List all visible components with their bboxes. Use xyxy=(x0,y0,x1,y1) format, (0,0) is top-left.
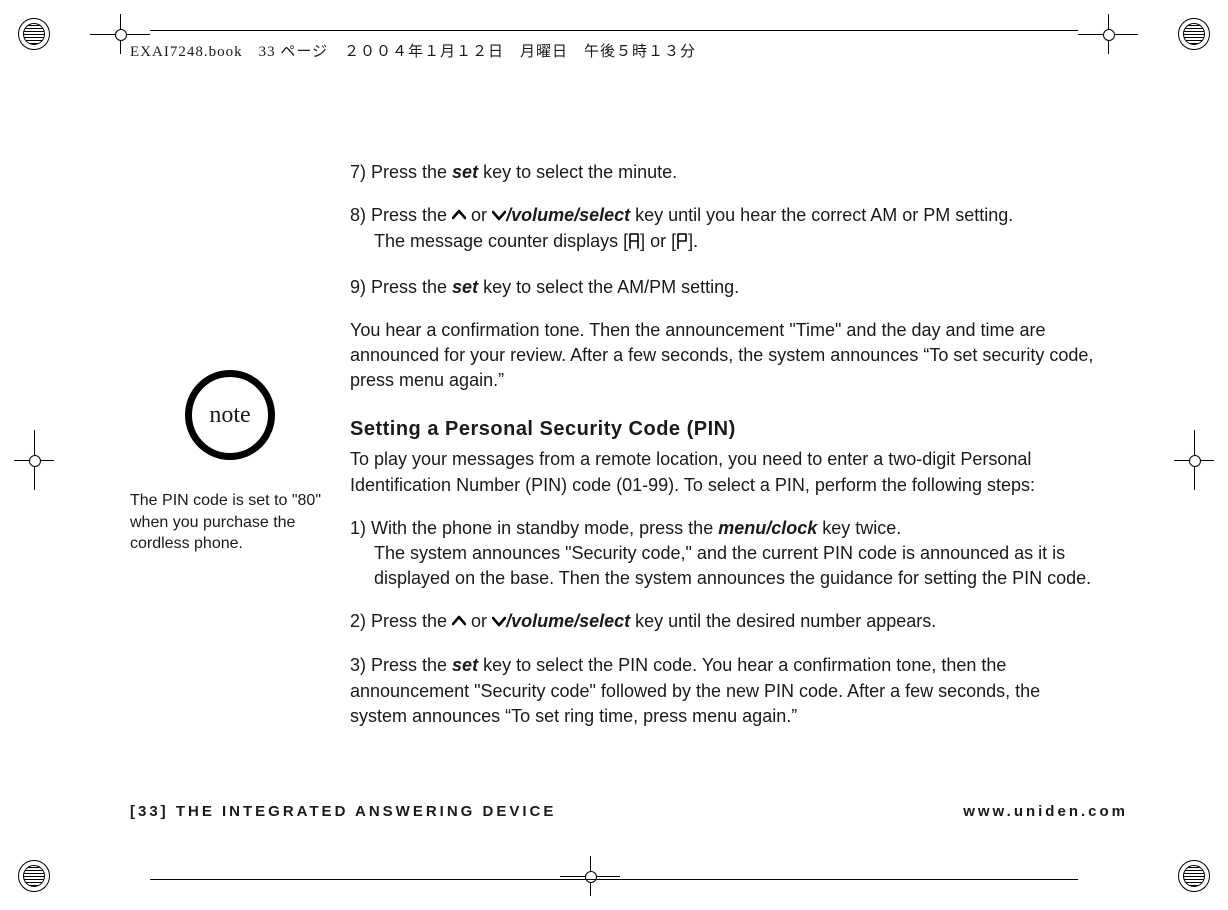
section-heading-pin: Setting a Personal Security Code (PIN) xyxy=(350,415,1100,443)
margin-note: note The PIN code is set to "80" when yo… xyxy=(130,370,330,555)
menu-clock-label: menu/clock xyxy=(718,518,817,538)
crop-line xyxy=(150,30,1078,31)
step-9: 9) Press the set key to select the AM/PM… xyxy=(350,275,1100,300)
segment-p-icon xyxy=(676,231,688,256)
set-key-label: set xyxy=(452,162,478,182)
step-7: 7) Press the set key to select the minut… xyxy=(350,160,1100,185)
pin-intro: To play your messages from a remote loca… xyxy=(350,447,1100,497)
crop-mark-icon xyxy=(14,430,54,490)
volume-select-label: /volume/select xyxy=(506,611,630,631)
registration-mark-icon xyxy=(1178,860,1210,892)
confirmation-paragraph: You hear a confirmation tone. Then the a… xyxy=(350,318,1100,394)
main-content: 7) Press the set key to select the minut… xyxy=(350,160,1100,747)
volume-select-label: /volume/select xyxy=(506,205,630,225)
chevron-up-icon xyxy=(452,610,466,635)
crop-mark-icon xyxy=(560,856,620,896)
step-8: 8) Press the or /volume/select key until… xyxy=(350,203,1100,256)
registration-mark-icon xyxy=(18,18,50,50)
footer-left: [33] THE INTEGRATED ANSWERING DEVICE xyxy=(130,803,556,820)
pin-step-2: 2) Press the or /volume/select key until… xyxy=(350,609,1100,635)
note-badge-label: note xyxy=(185,370,275,460)
crop-mark-icon xyxy=(1174,430,1214,490)
registration-mark-icon xyxy=(18,860,50,892)
set-key-label: set xyxy=(452,277,478,297)
note-badge-icon: note xyxy=(185,370,275,460)
set-key-label: set xyxy=(452,655,478,675)
pin-step-1: 1) With the phone in standby mode, press… xyxy=(350,516,1100,592)
crop-line xyxy=(150,879,1078,880)
page-meta-header: EXAI7248.book 33 ページ ２００４年１月１２日 月曜日 午後５時… xyxy=(130,40,696,61)
page-footer: [33] THE INTEGRATED ANSWERING DEVICE www… xyxy=(130,803,1128,820)
note-text: The PIN code is set to "80" when you pur… xyxy=(130,490,330,555)
chevron-down-icon xyxy=(492,204,506,229)
footer-url: www.uniden.com xyxy=(963,803,1128,820)
registration-mark-icon xyxy=(1178,18,1210,50)
chevron-down-icon xyxy=(492,610,506,635)
segment-a-icon xyxy=(628,231,640,256)
crop-mark-icon xyxy=(1078,14,1138,54)
pin-step-3: 3) Press the set key to select the PIN c… xyxy=(350,653,1100,729)
chevron-up-icon xyxy=(452,204,466,229)
